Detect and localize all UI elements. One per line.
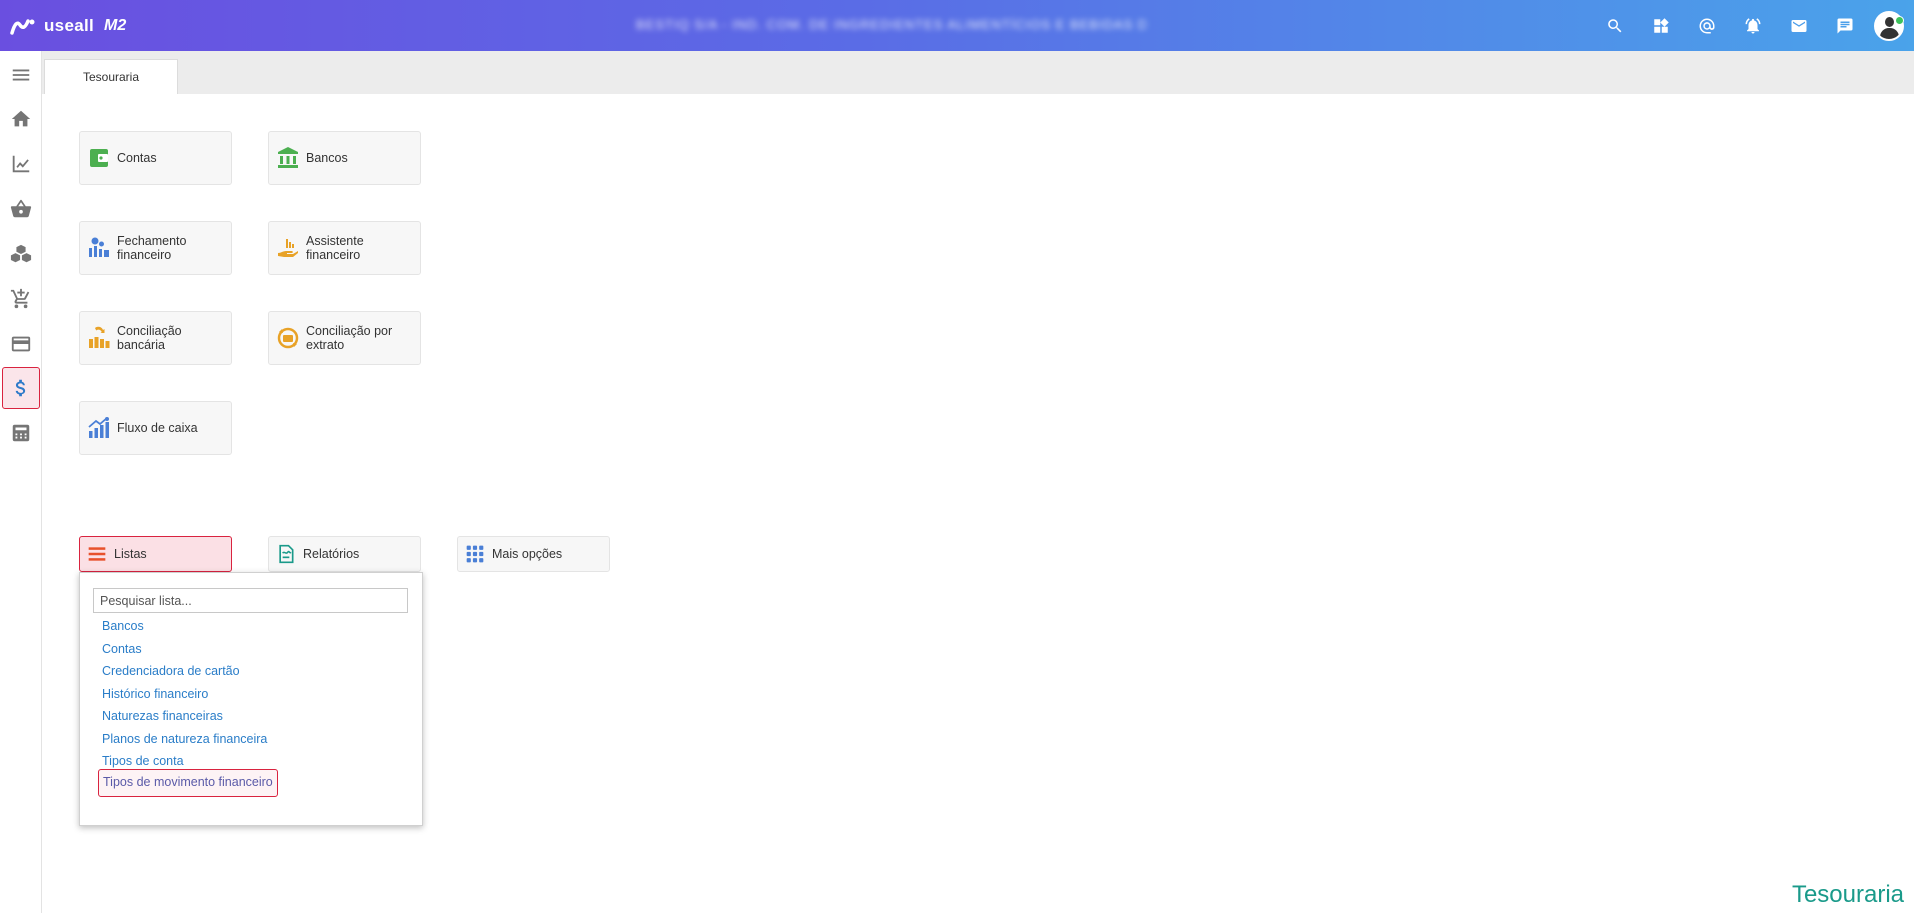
mail-icon[interactable] (1776, 0, 1822, 51)
widgets-icon[interactable] (1638, 0, 1684, 51)
online-status-icon (1895, 15, 1904, 25)
wallet-icon (86, 145, 112, 171)
mais-opcoes-button[interactable]: Mais opções (457, 536, 610, 572)
at-icon[interactable] (1684, 0, 1730, 51)
app-logo[interactable]: useall M2 (10, 11, 126, 41)
list-item-credenciadora-de-cartao[interactable]: Credenciadora de cartão (102, 662, 240, 680)
company-name: BESTIQ S/A - IND. COM. DE INGREDIENTES A… (636, 17, 1146, 32)
closing-icon (86, 235, 112, 261)
tab-tesouraria[interactable]: Tesouraria (44, 59, 178, 94)
tile-conciliacao-por-extrato[interactable]: Conciliação por extrato (268, 311, 421, 365)
report-icon (275, 543, 297, 565)
search-list-input[interactable] (93, 588, 408, 613)
statement-icon (275, 325, 301, 351)
list-item-naturezas-financeiras[interactable]: Naturezas financeiras (102, 707, 223, 725)
bank-icon (275, 145, 301, 171)
chart-icon[interactable] (2, 143, 40, 185)
cashflow-icon (86, 415, 112, 441)
card-icon[interactable] (2, 323, 40, 365)
menu-icon[interactable] (2, 54, 40, 96)
tile-fechamento-financeiro[interactable]: Fechamento financeiro (79, 221, 232, 275)
mais-opcoes-label: Mais opções (492, 547, 563, 561)
listas-button[interactable]: Listas (79, 536, 232, 572)
dollar-icon[interactable] (2, 367, 40, 409)
tile-assistente-financeiro[interactable]: Assistente financeiro (268, 221, 421, 275)
alarm-icon[interactable] (1730, 0, 1776, 51)
tile-contas[interactable]: Contas (79, 131, 232, 185)
list-item-bancos[interactable]: Bancos (102, 617, 144, 635)
grid-icon (464, 543, 486, 565)
tile-bancos[interactable]: Bancos (268, 131, 421, 185)
list-item-planos-de-natureza-financeira[interactable]: Planos de natureza financeira (102, 730, 267, 748)
chat-icon[interactable] (1822, 0, 1868, 51)
brand-name: useall (44, 16, 94, 35)
list-item-contas[interactable]: Contas (102, 640, 142, 658)
page-watermark: Tesouraria (1791, 881, 1904, 908)
search-icon[interactable] (1592, 0, 1638, 51)
basket-icon[interactable] (2, 188, 40, 230)
tile-conciliacao-bancaria[interactable]: Conciliação bancária (79, 311, 232, 365)
home-icon[interactable] (2, 98, 40, 140)
listas-label: Listas (114, 547, 147, 561)
listas-dropdown: Bancos Contas Credenciadora de cartão Hi… (79, 572, 423, 826)
list-icon (86, 543, 108, 565)
list-item-historico-financeiro[interactable]: Histórico financeiro (102, 685, 208, 703)
logo-icon (10, 19, 35, 35)
brand-version: M2 (104, 17, 127, 34)
list-item-tipos-de-conta[interactable]: Tipos de conta (102, 752, 184, 770)
top-header: useall M2 BESTIQ S/A - IND. COM. DE INGR… (0, 0, 1914, 51)
boxes-icon[interactable] (2, 233, 40, 275)
assistant-icon (275, 235, 301, 261)
list-item-tipos-de-movimento-financeiro[interactable]: Tipos de movimento financeiro (98, 769, 278, 797)
relatorios-label: Relatórios (303, 547, 360, 561)
tile-fluxo-de-caixa[interactable]: Fluxo de caixa (79, 401, 232, 455)
reconcile-icon (86, 325, 112, 351)
relatorios-button[interactable]: Relatórios (268, 536, 421, 572)
tab-bar: Tesouraria (42, 51, 1914, 94)
cart-icon[interactable] (2, 278, 40, 320)
calculator-icon[interactable] (2, 412, 40, 454)
sidebar (0, 51, 42, 913)
